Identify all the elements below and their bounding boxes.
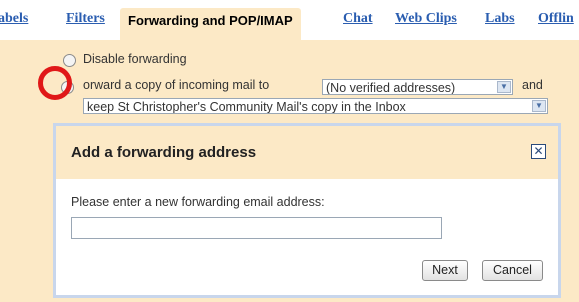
tab-chat[interactable]: Chat	[343, 11, 373, 27]
chevron-down-icon: ▼	[497, 81, 511, 93]
tab-labs[interactable]: Labs	[485, 11, 515, 27]
highlight-circle-annotation	[38, 66, 72, 100]
tab-filters[interactable]: Filters	[66, 11, 105, 27]
tab-labels[interactable]: abels	[0, 11, 28, 27]
dialog-title: Add a forwarding address	[71, 144, 257, 161]
close-icon[interactable]: ✕	[531, 144, 546, 159]
settings-tabs: abels Filters Forwarding and POP/IMAP Ch…	[0, 8, 579, 40]
forward-copy-label: orward a copy of incoming mail to	[83, 78, 270, 92]
forwarding-email-input[interactable]	[71, 217, 442, 239]
forward-action-select[interactable]: keep St Christopher's Community Mail's c…	[83, 98, 548, 114]
top-strip	[0, 0, 579, 8]
tab-forwarding-pop-imap[interactable]: Forwarding and POP/IMAP	[120, 8, 301, 40]
chevron-down-icon: ▼	[532, 100, 546, 112]
cancel-button[interactable]: Cancel	[482, 260, 543, 281]
forwarding-email-prompt: Please enter a new forwarding email addr…	[71, 195, 325, 209]
add-forwarding-address-dialog: Add a forwarding address ✕ Please enter …	[53, 123, 561, 298]
disable-forwarding-radio[interactable]	[63, 54, 76, 67]
disable-forwarding-label: Disable forwarding	[83, 52, 187, 66]
dialog-header: Add a forwarding address ✕	[56, 126, 558, 179]
forward-address-select-value: (No verified addresses)	[326, 81, 456, 95]
tab-offline[interactable]: Offlin	[538, 11, 574, 27]
tab-web-clips[interactable]: Web Clips	[395, 11, 457, 27]
forward-action-select-value: keep St Christopher's Community Mail's c…	[87, 100, 406, 114]
forward-address-select[interactable]: (No verified addresses) ▼	[322, 79, 513, 95]
and-label: and	[522, 78, 543, 92]
next-button[interactable]: Next	[422, 260, 468, 281]
